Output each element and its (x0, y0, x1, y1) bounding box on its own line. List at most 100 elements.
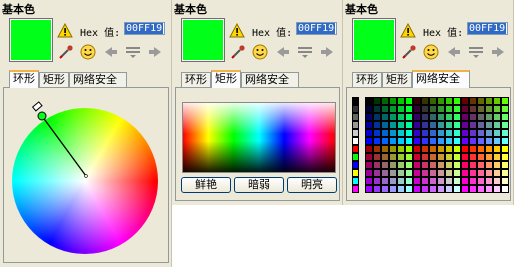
web-safe-swatch[interactable] (373, 129, 381, 137)
web-safe-swatch[interactable] (493, 153, 501, 161)
web-safe-swatch[interactable] (453, 105, 461, 113)
web-safe-swatch[interactable] (437, 129, 445, 137)
web-safe-swatch[interactable] (397, 177, 405, 185)
web-safe-swatch[interactable] (501, 153, 509, 161)
web-safe-swatch[interactable] (501, 185, 509, 193)
arrow-left-icon[interactable] (447, 46, 461, 58)
web-safe-swatch[interactable] (413, 145, 421, 153)
tab-ring[interactable]: 环形 (9, 70, 39, 88)
web-safe-swatch[interactable] (429, 153, 437, 161)
web-safe-swatch[interactable] (389, 169, 397, 177)
web-safe-swatch[interactable] (397, 169, 405, 177)
web-safe-swatch[interactable] (429, 137, 437, 145)
web-safe-swatch[interactable] (453, 121, 461, 129)
side-swatch[interactable] (352, 105, 359, 113)
web-safe-swatch[interactable] (365, 137, 373, 145)
arrow-right-icon[interactable] (491, 46, 505, 58)
side-swatch[interactable] (352, 129, 359, 137)
web-safe-swatch[interactable] (461, 177, 469, 185)
web-safe-swatch[interactable] (373, 161, 381, 169)
web-safe-swatch[interactable] (477, 97, 485, 105)
web-safe-swatch[interactable] (389, 185, 397, 193)
web-safe-swatch[interactable] (445, 153, 453, 161)
web-safe-swatch[interactable] (421, 177, 429, 185)
web-safe-swatch[interactable] (429, 129, 437, 137)
web-safe-swatch[interactable] (397, 137, 405, 145)
web-safe-swatch[interactable] (437, 145, 445, 153)
web-safe-swatch[interactable] (373, 97, 381, 105)
web-safe-swatch[interactable] (461, 169, 469, 177)
web-safe-swatch[interactable] (493, 169, 501, 177)
web-safe-swatch[interactable] (421, 129, 429, 137)
hex-input[interactable]: 00FF19 (296, 22, 337, 35)
web-safe-swatch[interactable] (445, 169, 453, 177)
web-safe-swatch[interactable] (421, 169, 429, 177)
web-safe-swatch[interactable] (397, 121, 405, 129)
web-safe-swatch[interactable] (445, 185, 453, 193)
web-safe-swatch[interactable] (485, 137, 493, 145)
web-safe-swatch[interactable] (437, 105, 445, 113)
web-safe-swatch[interactable] (469, 169, 477, 177)
web-safe-swatch[interactable] (461, 97, 469, 105)
web-safe-swatch[interactable] (485, 153, 493, 161)
web-safe-swatch[interactable] (413, 137, 421, 145)
web-safe-swatch[interactable] (429, 177, 437, 185)
web-safe-swatch[interactable] (485, 185, 493, 193)
web-safe-swatch[interactable] (413, 105, 421, 113)
web-safe-swatch[interactable] (429, 185, 437, 193)
web-safe-swatch[interactable] (461, 129, 469, 137)
side-swatch[interactable] (352, 185, 359, 193)
web-safe-swatch[interactable] (389, 161, 397, 169)
web-safe-swatch[interactable] (445, 145, 453, 153)
grayscale-strip[interactable] (352, 97, 359, 193)
web-safe-swatch[interactable] (477, 153, 485, 161)
web-safe-swatch[interactable] (493, 113, 501, 121)
eyedropper-icon[interactable] (230, 44, 246, 60)
web-safe-swatch[interactable] (389, 121, 397, 129)
web-safe-swatch[interactable] (421, 121, 429, 129)
web-safe-swatch[interactable] (405, 113, 413, 121)
web-safe-swatch[interactable] (381, 129, 389, 137)
web-safe-swatch[interactable] (453, 145, 461, 153)
web-safe-swatch[interactable] (405, 153, 413, 161)
web-safe-swatch[interactable] (453, 185, 461, 193)
web-safe-swatch[interactable] (445, 105, 453, 113)
web-safe-swatch[interactable] (437, 97, 445, 105)
web-safe-swatch[interactable] (405, 105, 413, 113)
web-safe-swatch[interactable] (437, 113, 445, 121)
web-safe-swatch[interactable] (381, 97, 389, 105)
web-safe-swatch[interactable] (365, 113, 373, 121)
web-safe-swatch[interactable] (389, 145, 397, 153)
web-safe-swatch[interactable] (445, 113, 453, 121)
web-safe-swatch[interactable] (429, 113, 437, 121)
web-safe-swatch[interactable] (445, 129, 453, 137)
web-safe-swatch[interactable] (421, 105, 429, 113)
web-safe-swatch[interactable] (461, 137, 469, 145)
web-safe-swatch[interactable] (365, 129, 373, 137)
web-safe-swatch[interactable] (381, 113, 389, 121)
web-safe-swatch[interactable] (413, 97, 421, 105)
web-safe-swatch[interactable] (485, 121, 493, 129)
web-safe-swatch[interactable] (421, 97, 429, 105)
web-safe-swatch[interactable] (365, 121, 373, 129)
web-safe-swatch[interactable] (421, 161, 429, 169)
web-safe-swatch[interactable] (389, 113, 397, 121)
web-safe-swatch[interactable] (373, 153, 381, 161)
web-safe-swatch[interactable] (413, 121, 421, 129)
warning-icon[interactable] (57, 23, 73, 38)
web-safe-swatch[interactable] (389, 97, 397, 105)
web-safe-swatch[interactable] (365, 145, 373, 153)
web-safe-swatch[interactable] (453, 129, 461, 137)
web-safe-swatch[interactable] (501, 137, 509, 145)
tab-web-safe[interactable]: 网络安全 (412, 70, 470, 88)
side-swatch[interactable] (352, 177, 359, 185)
web-safe-swatch[interactable] (373, 113, 381, 121)
web-safe-swatch[interactable] (381, 137, 389, 145)
web-safe-swatch[interactable] (461, 153, 469, 161)
web-safe-swatch[interactable] (501, 177, 509, 185)
web-safe-swatch[interactable] (381, 121, 389, 129)
menu-icon[interactable] (124, 45, 142, 59)
web-safe-swatch[interactable] (469, 121, 477, 129)
arrow-right-icon[interactable] (148, 46, 162, 58)
web-safe-swatch[interactable] (437, 161, 445, 169)
